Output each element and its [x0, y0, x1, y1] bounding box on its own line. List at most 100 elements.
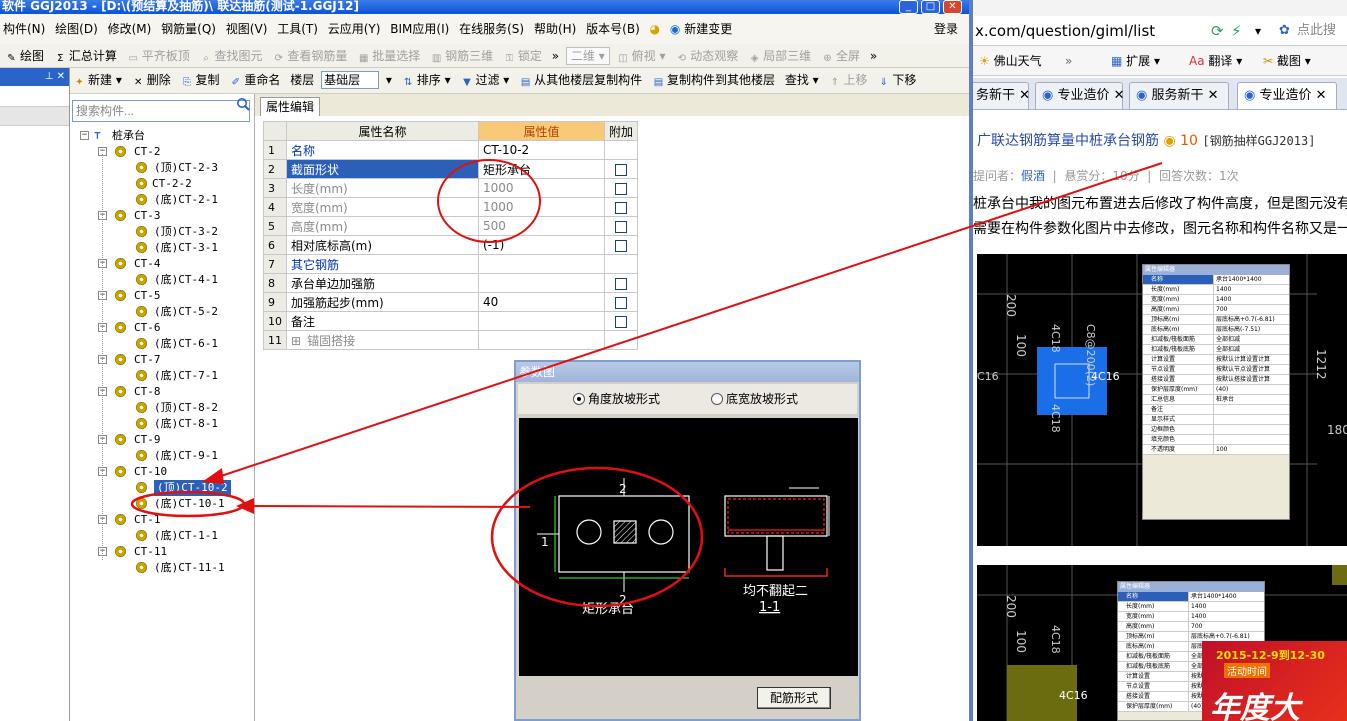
rename-button[interactable]: ✐ 重命名 [226, 69, 283, 91]
lock-button[interactable]: ⚿ 锁定 [500, 45, 545, 67]
address-dropdown-icon[interactable]: ▾ [1255, 16, 1261, 45]
menu-cloud[interactable]: 云应用(Y) [325, 14, 384, 44]
filter-button[interactable]: ▼ 过滤 ▾ [457, 69, 512, 91]
floor-dropdown-icon[interactable]: ▾ [383, 69, 395, 91]
property-row[interactable]: 8 承台单边加强筋 [263, 273, 639, 293]
rebar-form-button[interactable]: 配筋形式 [757, 687, 831, 709]
property-value[interactable]: 1000 [478, 197, 605, 217]
search-input[interactable]: 搜索构件... [72, 100, 250, 122]
property-row[interactable]: 4 宽度(mm) 1000 [263, 197, 639, 217]
property-value[interactable]: 1000 [478, 178, 605, 198]
property-value[interactable]: 矩形承台 [478, 159, 605, 179]
property-row[interactable]: 11 ⊞ 锚固搭接 [263, 330, 639, 350]
address-bar[interactable]: x.com/question/giml/list ⟳ ⚡ ▾ ✿ 点此搜 [973, 16, 1347, 46]
menu-help[interactable]: 帮助(H) [531, 14, 579, 44]
move-up-button[interactable]: ⇑ 上移 [826, 69, 871, 91]
overflow-chevron-icon-2[interactable]: » [867, 45, 880, 67]
extension-button[interactable]: ▦ 扩展 ▾ [1111, 46, 1160, 75]
menu-draw[interactable]: 绘图(D) [52, 14, 101, 44]
search-icon[interactable] [236, 97, 250, 111]
summary-calc-button[interactable]: Σ 汇总计算 [51, 45, 120, 67]
radio-bottom-width-slope[interactable]: 底宽放坡形式 [711, 392, 798, 406]
property-value[interactable]: CT-10-2 [478, 140, 605, 160]
menu-rebar-quantity[interactable]: 钢筋量(Q) [158, 14, 219, 44]
browser-search-input[interactable]: 点此搜 [1297, 16, 1336, 45]
overflow-chevron-icon[interactable]: » [549, 45, 562, 67]
expand-plus-icon[interactable]: ⊞ [291, 334, 301, 348]
menu-tools[interactable]: 工具(T) [274, 14, 321, 44]
menu-component[interactable]: 构件(N) [0, 14, 48, 44]
property-row[interactable]: 10 备注 [263, 311, 639, 331]
login-link[interactable]: 登录 [931, 14, 961, 44]
close-button[interactable]: ✕ [943, 0, 962, 14]
maximize-button[interactable]: □ [921, 0, 940, 14]
property-value[interactable]: 40 [478, 292, 605, 312]
copy-button[interactable]: ⎘ 复制 [178, 69, 223, 91]
property-row[interactable]: 1 名称 CT-10-2 [263, 140, 639, 160]
browser-tab-3[interactable]: ◉ 服务新干 ✕ [1129, 82, 1229, 109]
floor-select[interactable]: 基础层 [321, 71, 380, 89]
extra-checkbox[interactable] [615, 277, 627, 290]
refresh-icon[interactable]: ⟳ [1211, 16, 1224, 45]
copy-to-other-floor-button[interactable]: ▤ 复制构件到其他楼层 [649, 69, 778, 91]
extra-checkbox[interactable] [615, 220, 627, 233]
translate-button[interactable]: Aa 翻译 ▾ [1189, 46, 1242, 75]
menu-bim[interactable]: BIM应用(I) [387, 14, 452, 44]
bookmark-weather[interactable]: ☀ 佛山天气 [979, 46, 1042, 75]
minimize-button[interactable]: _ [899, 0, 918, 14]
move-down-button[interactable]: ⇓ 下移 [874, 69, 919, 91]
bookmark-more-icon[interactable]: » [1065, 46, 1072, 75]
extra-checkbox[interactable] [615, 163, 627, 176]
menu-online[interactable]: 在线服务(S) [456, 14, 527, 44]
radio-angle-slope[interactable]: 角度放坡形式 [573, 392, 660, 406]
top-view-button[interactable]: ◫ 俯视 ▾ [614, 45, 669, 67]
property-value[interactable]: 500 [478, 216, 605, 236]
menu-modify[interactable]: 修改(M) [105, 14, 155, 44]
find-button[interactable]: 查找 ▾ [782, 69, 822, 91]
new-component-button[interactable]: ✦ 新建 ▾ [70, 69, 125, 91]
question-title[interactable]: 广联达钢筋算量中桩承台钢筋 [977, 133, 1159, 149]
promo-banner[interactable]: 2015-12-9到12-30 活动时间 年度大 [1202, 641, 1347, 721]
align-slab-top-button[interactable]: ▭ 平齐板顶 [124, 45, 193, 67]
tab-close-icon[interactable]: ✕ [1316, 88, 1327, 103]
menu-view[interactable]: 视图(V) [223, 14, 271, 44]
property-value[interactable] [478, 311, 605, 331]
dock-close-icon[interactable]: ✕ [57, 71, 65, 82]
pin-icon[interactable]: ⊥ [45, 71, 54, 82]
extra-checkbox[interactable] [615, 182, 627, 195]
question-image-1[interactable]: 200 100 4C18 C8@200(2) 4C16 C16 1212 180… [977, 254, 1347, 546]
view-rebar-button[interactable]: ⟳ 查看钢筋量 [269, 45, 350, 67]
screenshot-button[interactable]: ✂ 截图 ▾ [1263, 46, 1311, 75]
sort-button[interactable]: ⇅ 排序 ▾ [399, 69, 454, 91]
property-value[interactable] [478, 330, 605, 350]
tab-close-icon[interactable]: ✕ [1114, 88, 1125, 103]
fullscreen-button[interactable]: ⊕ 全屏 [818, 45, 863, 67]
browser-tab-4-active[interactable]: ◉ 专业造价 ✕ [1237, 82, 1337, 109]
extra-checkbox[interactable] [615, 239, 627, 252]
asker-link[interactable]: 假酒 [1021, 169, 1045, 183]
property-row[interactable]: 9 加强筋起步(mm) 40 [263, 292, 639, 312]
tab-property-edit[interactable]: 属性编辑 [260, 97, 320, 116]
extra-checkbox[interactable] [615, 201, 627, 214]
rebar-3d-button[interactable]: ▥ 钢筋三维 [427, 45, 496, 67]
delete-button[interactable]: ✕ 删除 [129, 69, 174, 91]
collapse-toggle-icon[interactable]: − [80, 131, 89, 140]
property-row[interactable]: 5 高度(mm) 500 [263, 216, 639, 236]
new-change-button[interactable]: ◉ 新建变更 [667, 14, 735, 44]
browser-tab-2[interactable]: ◉ 专业造价 ✕ [1035, 82, 1125, 109]
property-row[interactable]: 6 相对底标高(m) (-1) [263, 235, 639, 255]
orbit-button[interactable]: ⟲ 动态观察 [672, 45, 741, 67]
property-value[interactable] [478, 254, 605, 274]
draw-button[interactable]: ✎ 绘图 [2, 45, 47, 67]
property-value[interactable]: (-1) [478, 235, 605, 255]
browser-tab-1[interactable]: 务新干 ✕ [973, 82, 1030, 109]
tab-close-icon[interactable]: ✕ [1208, 88, 1219, 103]
property-row[interactable]: 7 其它钢筋 [263, 254, 639, 274]
local-3d-button[interactable]: ◈ 局部三维 [745, 45, 814, 67]
property-row[interactable]: 3 长度(mm) 1000 [263, 178, 639, 198]
menu-version[interactable]: 版本号(B) [583, 14, 643, 44]
property-value[interactable] [478, 273, 605, 293]
batch-select-button[interactable]: ▦ 批量选择 [354, 45, 423, 67]
property-row[interactable]: 2 截面形状 矩形承台 [263, 159, 639, 179]
tab-close-icon[interactable]: ✕ [1019, 88, 1030, 103]
